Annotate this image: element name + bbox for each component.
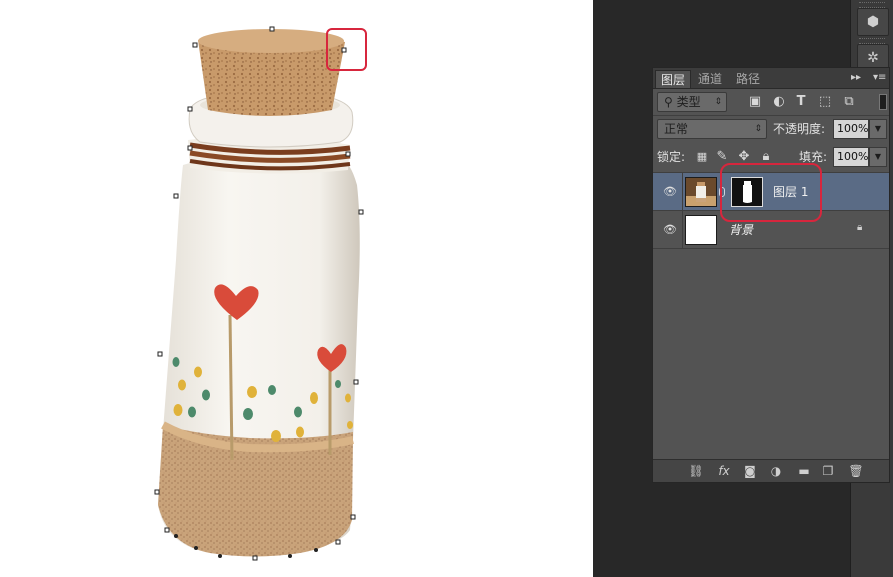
updown-arrow-icon: ⇕ — [714, 97, 722, 107]
fill-input[interactable]: 100% — [833, 147, 869, 167]
panel-tab-bar: 图层 通道 路径 ▸▸ ▾≡ — [653, 68, 889, 89]
collapse-icon[interactable]: ▸▸ — [851, 71, 861, 85]
visibility-column: 👁︎ — [653, 173, 683, 210]
adjustment-filter-icon[interactable]: ◐ — [771, 94, 787, 110]
layer-thumbnail[interactable] — [685, 215, 717, 245]
smartobject-filter-icon[interactable]: ⧉ — [841, 94, 857, 110]
filter-kind-label: 类型 — [676, 95, 701, 109]
filter-row: ⚲ 类型 ⇕ ▣ ◐ T ⬚ ⧉ — [653, 90, 889, 114]
opacity-label: 不透明度: — [773, 122, 826, 136]
tab-paths[interactable]: 路径 — [731, 70, 765, 88]
updown-arrow-icon: ⇕ — [754, 124, 762, 134]
visibility-column: 👁︎ — [653, 211, 683, 248]
layer-thumbnail[interactable] — [685, 177, 717, 207]
search-icon: ⚲ — [664, 95, 677, 109]
blend-mode-value: 正常 — [664, 122, 689, 136]
folder-icon[interactable]: ▬ — [795, 463, 813, 479]
blend-row: 正常 ⇕ 不透明度: 100% ▼ — [653, 119, 889, 141]
annotation-highlight-mask — [720, 163, 822, 222]
layer-name[interactable]: 背景 — [729, 221, 753, 239]
image-filter-icon[interactable]: ▣ — [747, 94, 763, 110]
lock-label: 锁定: — [657, 150, 686, 164]
shape-filter-icon[interactable]: ⬚ — [817, 94, 833, 110]
divider — [653, 115, 889, 116]
panel-menu-icon[interactable]: ▾≡ — [873, 71, 886, 85]
fill-dropdown-icon[interactable]: ▼ — [869, 147, 887, 167]
annotation-highlight-handle — [326, 28, 367, 71]
fx-icon[interactable]: fx — [715, 463, 733, 479]
opacity-input[interactable]: 100% — [833, 119, 869, 139]
trash-icon[interactable]: 🗑︎ — [847, 463, 865, 479]
mask-icon[interactable]: ◙ — [741, 463, 759, 479]
layers-panel-footer: ⛓︎ fx ◙ ◑ ▬ ❐ 🗑︎ — [653, 459, 889, 482]
opacity-dropdown-icon[interactable]: ▼ — [869, 119, 887, 139]
lock-icon: 🔒︎ — [857, 222, 863, 233]
tab-channels[interactable]: 通道 — [693, 70, 727, 88]
filter-kind-select[interactable]: ⚲ 类型 ⇕ — [657, 92, 727, 112]
lock-transparency-icon[interactable]: ▦ — [695, 149, 709, 165]
eye-icon[interactable]: 👁︎ — [663, 185, 677, 199]
document-canvas[interactable] — [0, 0, 593, 577]
bottle-thumbnail-image — [686, 178, 716, 206]
filter-toggle-switch[interactable] — [879, 94, 887, 110]
link-icon[interactable]: ⛓︎ — [687, 463, 705, 479]
layers-panel: 图层 通道 路径 ▸▸ ▾≡ ⚲ 类型 ⇕ ▣ ◐ T ⬚ ⧉ 正常 ⇕ 不透明… — [652, 67, 890, 483]
3d-cube-icon[interactable]: ⬢ — [857, 8, 889, 36]
new-layer-icon[interactable]: ❐ — [819, 463, 837, 479]
blend-mode-select[interactable]: 正常 ⇕ — [657, 119, 767, 139]
tab-layers[interactable]: 图层 — [655, 70, 692, 88]
bottle-image — [154, 26, 364, 561]
type-filter-icon[interactable]: T — [793, 94, 809, 110]
eye-icon[interactable]: 👁︎ — [663, 223, 677, 237]
adjustment-icon[interactable]: ◑ — [767, 463, 785, 479]
